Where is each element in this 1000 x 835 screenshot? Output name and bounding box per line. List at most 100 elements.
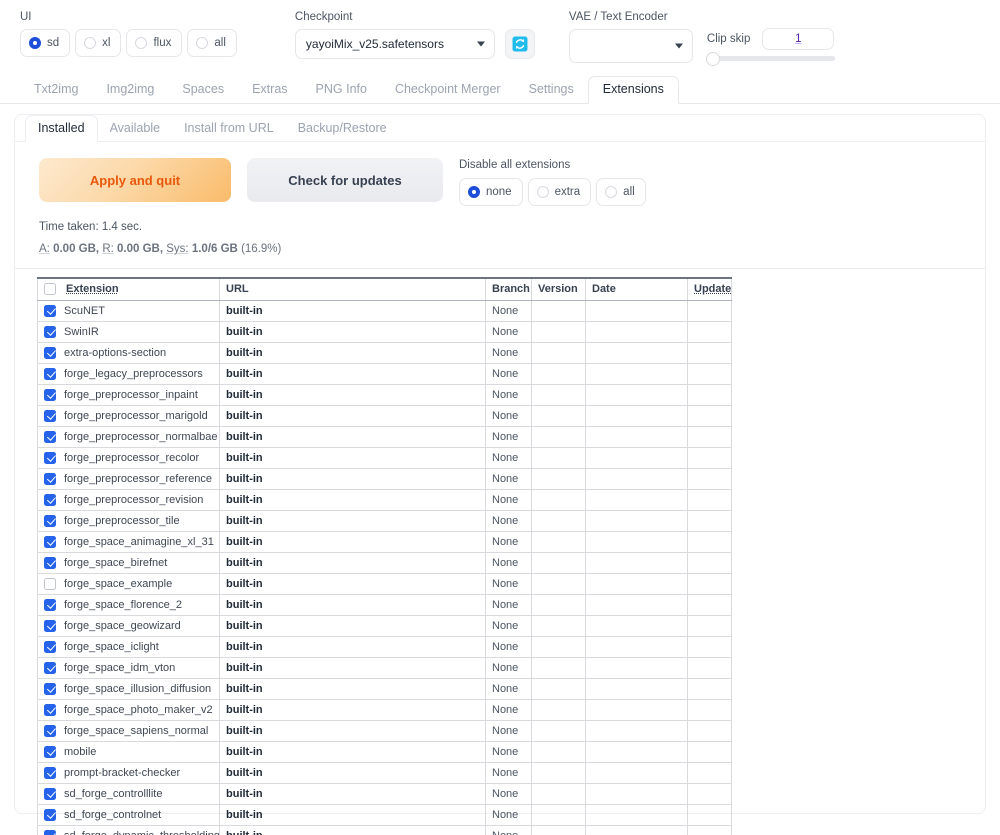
table-row: forge_space_iclight built-in None (38, 636, 732, 657)
cell-extension: forge_space_sapiens_normal (38, 720, 220, 741)
cell-version (532, 300, 586, 321)
extension-name: forge_preprocessor_tile (64, 515, 180, 527)
extension-enabled-checkbox[interactable] (44, 578, 56, 590)
subtab-available[interactable]: Available (98, 116, 173, 141)
extension-name: forge_preprocessor_inpaint (64, 389, 198, 401)
check-for-updates-button[interactable]: Check for updates (247, 158, 443, 202)
cell-extension: forge_space_animagine_xl_31 (38, 531, 220, 552)
radio-dot-icon (468, 186, 480, 198)
clip-skip-slider[interactable] (707, 56, 835, 61)
column-header-url[interactable]: URL (220, 278, 486, 300)
extension-enabled-checkbox[interactable] (44, 452, 56, 464)
tab-extensions[interactable]: Extensions (588, 76, 679, 104)
column-header-branch[interactable]: Branch (486, 278, 532, 300)
extension-enabled-checkbox[interactable] (44, 620, 56, 632)
mem-a-label: A: (39, 243, 50, 255)
cell-date (586, 741, 688, 762)
cell-extension: extra-options-section (38, 342, 220, 363)
clip-skip-value-input[interactable]: 1 (762, 28, 834, 50)
extension-enabled-checkbox[interactable] (44, 536, 56, 548)
disable-all-radio-option-extra[interactable]: extra (528, 178, 592, 206)
cell-branch: None (486, 300, 532, 321)
cell-date (586, 300, 688, 321)
disable-all-radio-option-none[interactable]: none (459, 178, 523, 206)
extension-name: forge_space_illusion_diffusion (64, 683, 211, 695)
subtab-installed[interactable]: Installed (25, 115, 98, 142)
top-toolbar: UI sd xl flux all Checkpoint yayoiMix_v25.s… (0, 0, 1000, 76)
extension-enabled-checkbox[interactable] (44, 746, 56, 758)
cell-version (532, 594, 586, 615)
cell-branch: None (486, 594, 532, 615)
table-row: forge_space_geowizard built-in None (38, 615, 732, 636)
extension-enabled-checkbox[interactable] (44, 662, 56, 674)
cell-version (532, 426, 586, 447)
table-row: SwinIR built-in None (38, 321, 732, 342)
select-all-checkbox[interactable] (44, 283, 56, 295)
extension-enabled-checkbox[interactable] (44, 494, 56, 506)
cell-url: built-in (220, 720, 486, 741)
disable-all-radio-group[interactable]: none extra all (459, 178, 646, 206)
apply-and-quit-button[interactable]: Apply and quit (39, 158, 231, 202)
ui-radio-option-all[interactable]: all (187, 29, 237, 57)
extension-enabled-checkbox[interactable] (44, 557, 56, 569)
cell-version (532, 468, 586, 489)
tab-img2img[interactable]: Img2img (92, 77, 168, 103)
cell-update (688, 426, 732, 447)
ui-radio-group[interactable]: sd xl flux all (20, 29, 237, 57)
extension-enabled-checkbox[interactable] (44, 704, 56, 716)
cell-version (532, 657, 586, 678)
refresh-checkpoints-button[interactable] (505, 29, 535, 59)
column-header-update[interactable]: Update (688, 278, 732, 300)
tab-txt2img[interactable]: Txt2img (20, 77, 92, 103)
extension-enabled-checkbox[interactable] (44, 683, 56, 695)
column-header-date[interactable]: Date (586, 278, 688, 300)
vae-dropdown[interactable] (569, 29, 693, 63)
cell-update (688, 699, 732, 720)
subtab-backup-restore[interactable]: Backup/Restore (286, 116, 399, 141)
extension-enabled-checkbox[interactable] (44, 431, 56, 443)
disable-all-radio-option-all[interactable]: all (596, 178, 646, 206)
extension-enabled-checkbox[interactable] (44, 347, 56, 359)
cell-url: built-in (220, 342, 486, 363)
extension-enabled-checkbox[interactable] (44, 767, 56, 779)
column-header-extension[interactable]: Extension (38, 278, 220, 300)
cell-branch: None (486, 426, 532, 447)
extension-enabled-checkbox[interactable] (44, 809, 56, 821)
checkpoint-dropdown[interactable]: yayoiMix_v25.safetensors (295, 29, 495, 59)
extension-name: mobile (64, 746, 96, 758)
radio-dot-icon (605, 186, 617, 198)
cell-update (688, 636, 732, 657)
slider-thumb[interactable] (706, 52, 720, 66)
extension-enabled-checkbox[interactable] (44, 725, 56, 737)
extension-enabled-checkbox[interactable] (44, 326, 56, 338)
refresh-icon (512, 36, 528, 52)
extension-enabled-checkbox[interactable] (44, 305, 56, 317)
extension-enabled-checkbox[interactable] (44, 599, 56, 611)
extension-enabled-checkbox[interactable] (44, 473, 56, 485)
cell-extension: forge_space_iclight (38, 636, 220, 657)
ui-radio-option-xl[interactable]: xl (75, 29, 121, 57)
cell-date (586, 825, 688, 835)
column-header-version[interactable]: Version (532, 278, 586, 300)
tab-spaces[interactable]: Spaces (168, 77, 238, 103)
extension-enabled-checkbox[interactable] (44, 641, 56, 653)
extension-enabled-checkbox[interactable] (44, 389, 56, 401)
table-row: forge_space_florence_2 built-in None (38, 594, 732, 615)
table-row: forge_legacy_preprocessors built-in None (38, 363, 732, 384)
extension-enabled-checkbox[interactable] (44, 515, 56, 527)
cell-extension: forge_space_florence_2 (38, 594, 220, 615)
tab-extras[interactable]: Extras (238, 77, 301, 103)
ui-radio-option-flux[interactable]: flux (126, 29, 182, 57)
cell-branch: None (486, 741, 532, 762)
extension-enabled-checkbox[interactable] (44, 788, 56, 800)
extension-enabled-checkbox[interactable] (44, 368, 56, 380)
extension-enabled-checkbox[interactable] (44, 830, 56, 835)
tab-settings[interactable]: Settings (515, 77, 588, 103)
cell-extension: forge_preprocessor_marigold (38, 405, 220, 426)
tab-png-info[interactable]: PNG Info (302, 77, 381, 103)
ui-radio-option-sd[interactable]: sd (20, 29, 70, 57)
tab-checkpoint-merger[interactable]: Checkpoint Merger (381, 77, 515, 103)
cell-version (532, 363, 586, 384)
subtab-install-from-url[interactable]: Install from URL (172, 116, 286, 141)
extension-enabled-checkbox[interactable] (44, 410, 56, 422)
